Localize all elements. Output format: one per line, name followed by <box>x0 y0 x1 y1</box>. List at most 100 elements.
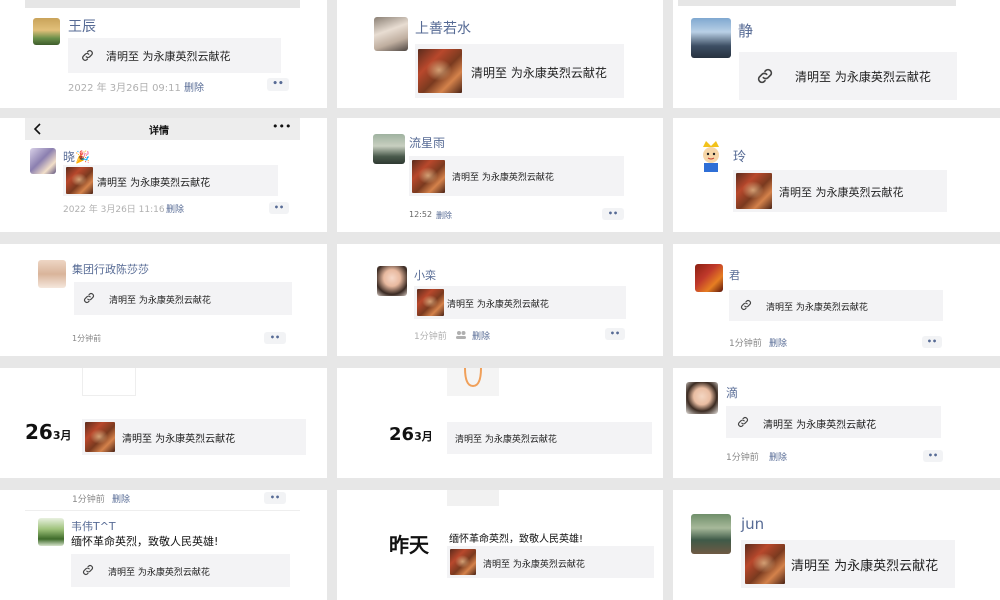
avatar[interactable] <box>38 260 66 288</box>
link-icon <box>741 300 751 310</box>
shared-link-card[interactable]: 清明至 为永康英烈云献花 <box>68 38 281 73</box>
poster-name[interactable]: 韦伟T^T <box>71 518 116 534</box>
nav-bar: 详情 ••• <box>25 118 300 140</box>
avatar[interactable] <box>377 266 407 296</box>
faded-image-placeholder <box>447 368 499 396</box>
more-button[interactable]: •• <box>267 78 289 91</box>
post-panel: 集团行政陈莎莎 清明至 为永康英烈云献花 1分钟前 •• <box>0 244 327 356</box>
date-month: 3月 <box>52 429 72 442</box>
loading-icon <box>464 368 482 388</box>
more-button[interactable]: •• <box>922 336 942 348</box>
timestamp: 1分钟前 <box>414 332 447 342</box>
avatar[interactable] <box>686 382 718 414</box>
shared-link-card[interactable]: 清明至 为永康英烈云献花 <box>414 286 626 319</box>
avatar[interactable] <box>695 264 723 292</box>
nav-more-icon[interactable]: ••• <box>272 120 291 133</box>
shared-link-card[interactable]: 清明至 为永康英烈云献花 <box>409 156 624 196</box>
poster-name[interactable]: 流星雨 <box>409 134 445 151</box>
card-text: 清明至 为永康英烈云献花 <box>791 559 939 574</box>
shared-link-card[interactable]: 清明至 为永康英烈云献花 <box>415 44 624 98</box>
shared-link-card[interactable]: 清明至 为永康英烈云献花 <box>726 406 941 438</box>
avatar[interactable] <box>373 134 405 164</box>
shared-link-card[interactable]: 清明至 为永康英烈云献花 <box>739 52 957 100</box>
delete-link[interactable]: 删除 <box>184 79 204 94</box>
post-panel: 静 清明至 为永康英烈云献花 <box>673 0 1000 108</box>
avatar[interactable] <box>33 18 60 45</box>
poster-name[interactable]: 晓🎉 <box>63 148 90 165</box>
date-month: 3月 <box>414 430 433 443</box>
more-button[interactable]: •• <box>602 208 624 220</box>
post-panel: 1分钟前 删除 •• 韦伟T^T 缅怀革命英烈，致敬人民英雄! 清明至 为永康英… <box>0 490 327 600</box>
shared-link-card[interactable]: 清明至 为永康英烈云献花 <box>733 170 947 212</box>
shared-link-card[interactable]: 清明至 为永康英烈云献花 <box>741 540 955 588</box>
shared-link-card[interactable]: 清明至 为永康英烈云献花 <box>63 165 278 196</box>
poster-name[interactable]: 静 <box>738 20 753 41</box>
card-thumbnail <box>66 167 93 194</box>
avatar[interactable] <box>697 141 725 173</box>
timestamp: 1分钟前 <box>72 334 102 343</box>
link-icon <box>757 68 773 84</box>
timestamp: 1分钟前 <box>72 495 105 505</box>
poster-name[interactable]: 滴 <box>726 384 738 401</box>
card-thumbnail <box>736 173 772 209</box>
top-bar <box>678 0 956 6</box>
delete-link[interactable]: 删除 <box>436 210 452 221</box>
date-label: 昨天 <box>389 533 429 557</box>
poster-name[interactable]: 君 <box>729 267 740 283</box>
back-icon[interactable] <box>33 123 43 135</box>
poster-name[interactable]: 王辰 <box>68 16 96 36</box>
card-thumbnail <box>412 160 445 193</box>
timestamp: 1分钟前 <box>726 453 759 463</box>
card-text: 清明至 为永康英烈云献花 <box>447 300 549 310</box>
cartoon-avatar-icon <box>703 141 719 172</box>
shared-link-card[interactable]: 清明至 为永康英烈云献花 <box>729 290 943 321</box>
shared-link-card[interactable]: 清明至 为永康英烈云献花 <box>447 546 654 578</box>
post-panel: 昨天 缅怀革命英烈，致敬人民英雄! 清明至 为永康英烈云献花 <box>337 490 663 600</box>
shared-link-card[interactable]: 清明至 为永康英烈云献花 <box>447 422 652 454</box>
poster-name[interactable]: 玲 <box>733 146 746 165</box>
post-panel: 玲 清明至 为永康英烈云献花 <box>673 118 1000 232</box>
more-button[interactable]: •• <box>264 332 286 344</box>
delete-link[interactable]: 删除 <box>769 336 787 349</box>
more-button[interactable]: •• <box>264 492 286 504</box>
card-text: 清明至 为永康英烈云献花 <box>795 70 931 84</box>
avatar[interactable] <box>691 18 731 58</box>
avatar[interactable] <box>30 148 56 174</box>
poster-name[interactable]: 小栾 <box>414 267 436 283</box>
divider <box>25 510 300 511</box>
shared-link-card[interactable]: 清明至 为永康英烈云献花 <box>74 282 292 315</box>
link-icon <box>83 565 93 575</box>
more-button[interactable]: •• <box>605 328 625 340</box>
delete-link[interactable]: 删除 <box>769 450 787 463</box>
post-caption: 缅怀革命英烈，致敬人民英雄! <box>71 535 219 548</box>
link-icon <box>84 293 94 303</box>
post-caption: 缅怀革命英烈，致敬人民英雄! <box>449 534 584 545</box>
poster-name[interactable]: jun <box>741 515 764 533</box>
post-panel: jun 清明至 为永康英烈云献花 <box>673 490 1000 600</box>
shared-link-card[interactable]: 清明至 为永康英烈云献花 <box>71 554 290 587</box>
poster-name[interactable]: 上善若水 <box>415 18 471 38</box>
delete-link[interactable]: 删除 <box>166 202 184 215</box>
visibility-icon <box>456 331 466 339</box>
card-thumbnail <box>417 289 444 316</box>
poster-name[interactable]: 集团行政陈莎莎 <box>72 261 149 277</box>
avatar[interactable] <box>374 17 408 51</box>
card-text: 清明至 为永康英烈云献花 <box>763 420 877 431</box>
card-text: 清明至 为永康英烈云献花 <box>108 568 210 578</box>
link-icon <box>738 417 748 427</box>
delete-link[interactable]: 删除 <box>472 329 490 342</box>
card-text: 清明至 为永康英烈云献花 <box>455 435 557 445</box>
card-text: 清明至 为永康英烈云献花 <box>452 173 554 183</box>
avatar[interactable] <box>38 518 64 546</box>
delete-link[interactable]: 删除 <box>112 492 130 505</box>
nav-title: 详情 <box>149 126 169 137</box>
more-button[interactable]: •• <box>269 202 289 214</box>
post-panel: 263月 清明至 为永康英烈云献花 <box>0 368 327 478</box>
faded-image-placeholder <box>447 490 499 506</box>
avatar[interactable] <box>691 514 731 554</box>
shared-link-card[interactable]: 清明至 为永康英烈云献花 <box>82 419 306 455</box>
card-text: 清明至 为永康英烈云献花 <box>779 186 904 199</box>
card-thumbnail <box>745 544 785 584</box>
more-button[interactable]: •• <box>923 450 943 462</box>
post-panel: 君 清明至 为永康英烈云献花 1分钟前 删除 •• <box>673 244 1000 356</box>
